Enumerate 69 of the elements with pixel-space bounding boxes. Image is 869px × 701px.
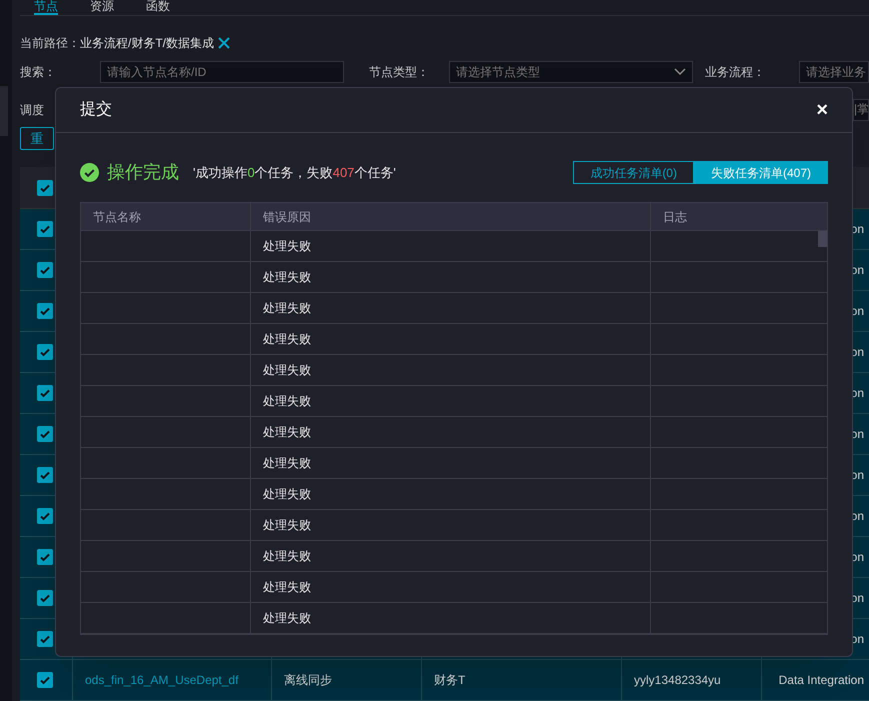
table-cell-text: 处理失败 — [263, 610, 311, 627]
dialog-title: 提交 — [80, 100, 112, 120]
filter-label: 节点类型： — [369, 64, 430, 81]
input-field[interactable]: 请选择业务 — [799, 61, 869, 83]
checkbox[interactable] — [37, 262, 53, 278]
checkbox[interactable] — [37, 590, 53, 606]
checkbox[interactable] — [37, 344, 53, 360]
checkbox[interactable] — [37, 631, 53, 647]
table-cell-text: 处理失败 — [263, 331, 311, 348]
checkmark-icon — [39, 674, 51, 686]
reset-button[interactable]: 重 — [20, 127, 54, 150]
tab[interactable]: 函数 — [146, 0, 170, 15]
checkbox[interactable] — [37, 385, 53, 401]
table-cell-text: 财务T — [434, 672, 466, 689]
list-tab[interactable]: 成功任务清单(0) — [573, 161, 694, 184]
checkbox[interactable] — [37, 426, 53, 442]
checkmark-icon — [39, 428, 51, 440]
column-header: 错误原因 — [263, 208, 311, 226]
table-cell-text: 离线同步 — [284, 672, 332, 689]
checkbox[interactable] — [37, 672, 53, 688]
result-message: '成功操作0个任务，失败407个任务' — [193, 164, 396, 182]
filter-label: 调度 — [20, 102, 44, 119]
check-circle-icon — [80, 163, 99, 182]
table-cell-text: 处理失败 — [263, 393, 311, 410]
table-cell-text: 处理失败 — [263, 517, 311, 534]
checkmark-icon — [39, 264, 51, 276]
path-label: 当前路径： — [20, 35, 80, 52]
table-cell-text: 处理失败 — [263, 362, 311, 379]
table-cell-text: yyly13482334yu — [634, 672, 721, 689]
checkbox[interactable] — [37, 549, 53, 565]
checkbox[interactable] — [37, 303, 53, 319]
column-header: 节点名称 — [93, 208, 141, 226]
checkmark-icon — [39, 223, 51, 235]
table-cell-text: 处理失败 — [263, 455, 311, 472]
table-cell-text: 处理失败 — [263, 238, 311, 255]
table-cell-text: 处理失败 — [263, 579, 311, 596]
task-name-link[interactable]: ods_fin_16_AM_UseDept_df — [85, 671, 238, 689]
table-cell-text: Data Integration — [778, 672, 864, 689]
checkmark-icon — [39, 551, 51, 563]
checkmark-icon — [39, 510, 51, 522]
tab[interactable]: 资源 — [90, 0, 114, 15]
checkmark-icon — [39, 305, 51, 317]
table-cell-text: 处理失败 — [263, 486, 311, 503]
checkbox[interactable] — [37, 467, 53, 483]
close-icon[interactable] — [218, 37, 230, 49]
close-button[interactable]: × — [816, 100, 828, 120]
column-header: 日志 — [663, 208, 687, 226]
checkmark-icon — [39, 387, 51, 399]
table-cell-text: 处理失败 — [263, 269, 311, 286]
checkmark-icon — [39, 633, 51, 645]
path-value: 业务流程/财务T/数据集成 — [80, 35, 214, 52]
chevron-icon — [674, 68, 686, 76]
filter-label: 搜索： — [20, 64, 57, 81]
checkmark-icon — [39, 469, 51, 481]
table-cell-text: 处理失败 — [263, 300, 311, 317]
checkbox[interactable] — [37, 508, 53, 524]
table-cell-text: 处理失败 — [263, 548, 311, 565]
list-tab[interactable]: 失败任务清单(407) — [694, 161, 828, 184]
select-field[interactable]: 请选择节点类型 — [449, 61, 693, 83]
checkmark-icon — [39, 346, 51, 358]
status-title: 操作完成 — [107, 161, 179, 184]
table-cell-text: 处理失败 — [263, 424, 311, 441]
checkmark-icon — [39, 592, 51, 604]
tab[interactable]: 节点 — [34, 0, 58, 15]
checkbox[interactable] — [37, 221, 53, 237]
scrollbar[interactable] — [818, 231, 827, 247]
checkbox[interactable] — [37, 180, 53, 196]
filter-label: 业务流程： — [705, 64, 766, 81]
input-field[interactable]: 请输入节点名称/ID — [100, 61, 344, 83]
